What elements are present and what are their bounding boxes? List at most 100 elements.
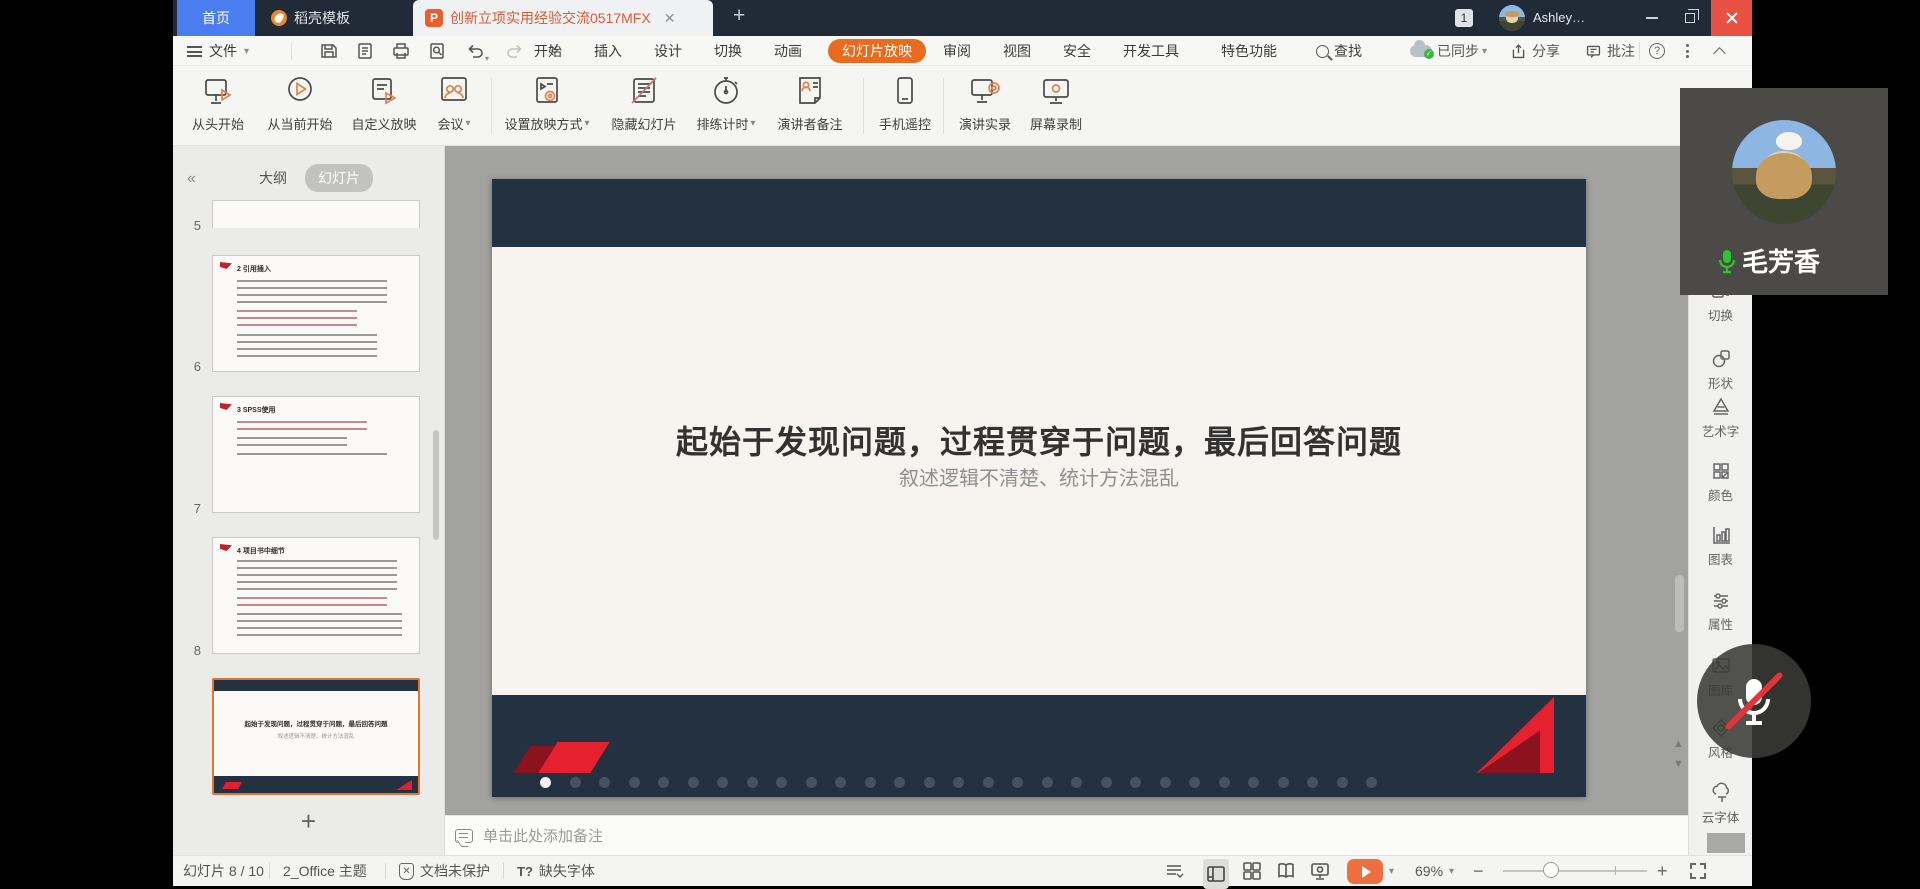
chart-icon — [1710, 524, 1732, 546]
slideshow-dropdown[interactable]: ▾ — [1389, 856, 1394, 886]
lecture-record-button[interactable]: 演讲实录 — [953, 74, 1017, 133]
sidebar-item-chart[interactable]: 图表 — [1689, 524, 1752, 568]
phone-remote-button[interactable]: 手机遥控 — [873, 74, 937, 133]
protection-status[interactable]: ✕ 文档未保护 — [399, 856, 490, 886]
menu-item-transition[interactable]: 切换 — [712, 36, 744, 66]
screen-record-button[interactable]: 屏幕录制 — [1024, 74, 1088, 133]
fit-to-screen-button[interactable] — [1690, 856, 1706, 886]
account-name[interactable]: Ashley… — [1533, 10, 1585, 25]
play-from-current-button[interactable]: 从当前开始 — [261, 74, 339, 133]
meeting-button[interactable]: 会议▾ — [428, 74, 480, 133]
slide-thumbnail-6[interactable]: 3 SPSS使用 — [212, 396, 420, 513]
microphone-muted-button[interactable] — [1697, 644, 1811, 758]
undo-button[interactable]: ▾ — [465, 41, 495, 61]
add-slide-button[interactable]: + — [173, 806, 444, 837]
slide-title[interactable]: 起始于发现问题，过程贯穿于问题，最后回答问题 — [492, 417, 1586, 463]
slide-thumbnail-5[interactable]: 2 引用插入 — [212, 255, 420, 372]
sidebar-scroll-corner[interactable] — [1707, 833, 1745, 853]
notification-badge[interactable]: 1 — [1455, 9, 1473, 27]
rehearse-timing-button[interactable]: 排练计时▾ — [690, 74, 762, 133]
menu-item-home[interactable]: 开始 — [532, 36, 564, 66]
new-tab-button[interactable]: + — [733, 4, 745, 28]
sidebar-item-color[interactable]: 颜色 — [1689, 460, 1752, 504]
sidebar-item-properties[interactable]: 属性 — [1689, 589, 1752, 633]
participant-video-tile[interactable]: 毛芳香 — [1680, 88, 1888, 295]
hide-slide-button[interactable]: 隐藏幻灯片 — [605, 74, 683, 133]
start-slideshow-button[interactable] — [1347, 859, 1383, 884]
share-button[interactable]: 分享 — [1510, 36, 1560, 66]
comment-button[interactable]: 批注 — [1585, 36, 1635, 66]
restore-button[interactable] — [1673, 0, 1707, 36]
notes-toggle-button[interactable] — [1163, 856, 1185, 886]
menu-item-review[interactable]: 审阅 — [941, 36, 973, 66]
show-settings-button[interactable]: 设置放映方式▾ — [501, 74, 593, 133]
tab-home[interactable]: 首页 — [177, 0, 255, 36]
sidebar-item-wordart[interactable]: 艺术字 — [1689, 396, 1752, 440]
zoom-slider-track[interactable] — [1503, 870, 1647, 872]
custom-show-button[interactable]: 自定义放映 — [345, 74, 423, 133]
slide-thumbnail-8-selected[interactable]: 起始于发现问题，过程贯穿于问题，最后回答问题 叙述逻辑不清楚、统计方法混乱 — [212, 678, 420, 795]
slide-thumbnail-7[interactable]: 4 项目书中细节 — [212, 537, 420, 654]
menu-item-view[interactable]: 视图 — [1001, 36, 1033, 66]
slide-sorter-view-button[interactable] — [1241, 856, 1263, 886]
progress-dot — [1012, 777, 1023, 788]
progress-dot — [1130, 777, 1141, 788]
menu-item-design[interactable]: 设计 — [652, 36, 684, 66]
collapse-ribbon-button[interactable] — [1715, 36, 1724, 66]
reading-view-button[interactable] — [1275, 856, 1297, 886]
progress-dot — [599, 777, 610, 788]
collapse-panel-button[interactable]: « — [187, 170, 196, 188]
more-menu-button[interactable] — [1686, 36, 1689, 66]
menu-item-animation[interactable]: 动画 — [772, 36, 804, 66]
help-icon: ? — [1649, 43, 1665, 59]
zoom-out-button[interactable]: − — [1473, 856, 1484, 886]
missing-font-status[interactable]: T? 缺失字体 — [517, 856, 595, 886]
panel-scrollbar-thumb[interactable] — [433, 430, 439, 540]
sidebar-item-shapes[interactable]: 形状 — [1689, 348, 1752, 392]
normal-view-button[interactable] — [1203, 859, 1229, 889]
save-button[interactable] — [319, 41, 341, 61]
menu-item-features[interactable]: 特色功能 — [1219, 36, 1279, 66]
notes-bar[interactable]: 单击此处添加备注 — [445, 815, 1688, 855]
progress-dot — [540, 777, 551, 788]
current-slide[interactable]: 起始于发现问题，过程贯穿于问题，最后回答问题 叙述逻辑不清楚、统计方法混乱 — [492, 179, 1586, 797]
menu-item-security[interactable]: 安全 — [1061, 36, 1093, 66]
export-button[interactable] — [355, 41, 377, 61]
close-tab-icon[interactable]: ✕ — [664, 10, 676, 27]
find-button[interactable]: 查找 — [1316, 36, 1362, 66]
minimize-button[interactable] — [1635, 0, 1669, 36]
theme-name[interactable]: 2_Office 主题 — [283, 856, 367, 886]
print-preview-button[interactable] — [427, 41, 449, 61]
slide-progress-dots — [540, 777, 1377, 788]
zoom-level[interactable]: 69%▾ — [1415, 856, 1454, 886]
account-avatar[interactable] — [1499, 5, 1525, 31]
window-tab-bar: 首页 稻壳模板 P 创新立项实用经验交流0517MFX ✕ + 1 Ashley… — [173, 0, 1752, 36]
help-button[interactable]: ? — [1649, 36, 1665, 66]
file-menu[interactable]: 文件 ▾ — [187, 36, 249, 66]
next-slide-button[interactable]: ▼ — [1673, 758, 1684, 770]
canvas-scrollbar-thumb[interactable] — [1675, 575, 1684, 632]
play-from-start-button[interactable]: 从头开始 — [185, 74, 251, 133]
tab-slides[interactable]: 幻灯片 — [305, 164, 373, 192]
sidebar-item-cloud-font[interactable]: 云字体 — [1689, 782, 1752, 826]
zoom-in-button[interactable]: + — [1657, 856, 1668, 886]
menu-item-devtools[interactable]: 开发工具 — [1121, 36, 1181, 66]
menu-item-insert[interactable]: 插入 — [592, 36, 624, 66]
previous-slide-button[interactable]: ▲ — [1673, 738, 1684, 750]
slide-thumbnail-partial[interactable] — [212, 200, 420, 228]
kebab-menu-icon — [1686, 44, 1689, 58]
speaker-notes-button[interactable]: 演讲者备注 — [770, 74, 850, 133]
slide-subtitle[interactable]: 叙述逻辑不清楚、统计方法混乱 — [492, 462, 1586, 491]
slide-canvas: 起始于发现问题，过程贯穿于问题，最后回答问题 叙述逻辑不清楚、统计方法混乱 ▲ … — [445, 146, 1692, 815]
tab-outline[interactable]: 大纲 — [259, 168, 287, 188]
search-icon — [1316, 45, 1329, 58]
menu-item-slideshow-active[interactable]: 幻灯片放映 — [828, 39, 926, 63]
tab-document[interactable]: P 创新立项实用经验交流0517MFX ✕ — [413, 0, 713, 36]
sync-status-button[interactable]: 已同步▾ — [1410, 36, 1487, 66]
zoom-slider-handle[interactable] — [1543, 862, 1559, 878]
redo-button[interactable] — [505, 41, 527, 61]
close-window-button[interactable] — [1711, 0, 1752, 36]
presenter-view-button[interactable] — [1309, 856, 1331, 886]
tab-docer-templates[interactable]: 稻壳模板 — [259, 0, 362, 36]
print-button[interactable] — [391, 41, 413, 61]
